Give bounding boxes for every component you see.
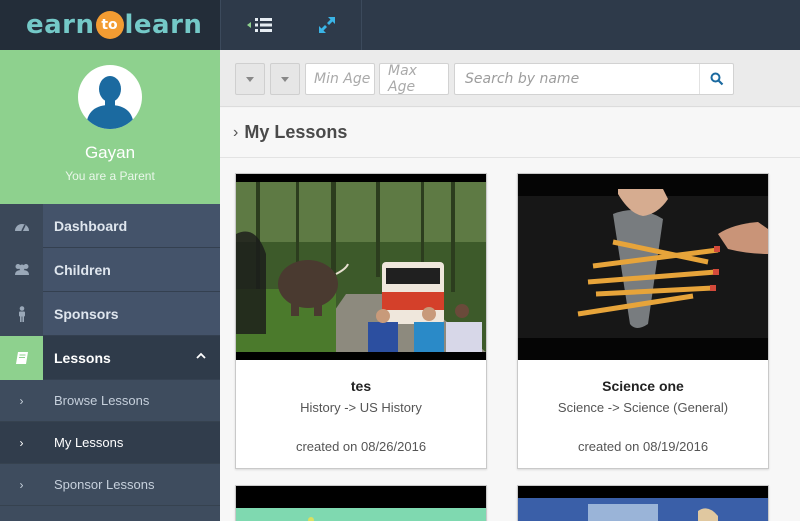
- caret-down-icon: [246, 76, 254, 82]
- sidebar-subitem-my-lessons[interactable]: › My Lessons: [0, 422, 220, 464]
- chevron-right-icon: ›: [233, 123, 239, 141]
- fullscreen-button[interactable]: [292, 0, 362, 50]
- profile-panel: Gayan You are a Parent: [0, 50, 220, 204]
- sidebar-item-dashboard[interactable]: Dashboard: [0, 203, 220, 248]
- lesson-title[interactable]: Science one: [518, 378, 768, 394]
- search-box[interactable]: Search by name: [454, 63, 734, 95]
- lesson-thumbnail[interactable]: [236, 486, 486, 521]
- chevron-right-icon: ›: [19, 435, 24, 450]
- chevron-right-icon: ›: [19, 393, 24, 408]
- sidebar-item-label: Dashboard: [54, 217, 128, 234]
- sidebar: Gayan You are a Parent Dashboard Childre…: [0, 50, 220, 521]
- logo-text-earn: earn: [26, 10, 95, 40]
- sidebar-item-children[interactable]: Children: [0, 247, 220, 292]
- filter-bar: Min Age Max Age Search by name: [220, 50, 800, 107]
- chevron-right-icon: ›: [19, 477, 24, 492]
- subcategory-dropdown[interactable]: [270, 63, 300, 95]
- logo-text-to: to: [95, 11, 124, 39]
- lesson-title[interactable]: tes: [236, 378, 486, 394]
- user-silhouette-icon: [86, 76, 134, 129]
- page-header: › My Lessons: [220, 108, 800, 158]
- chevron-up-icon: [196, 352, 206, 359]
- lesson-category: History -> US History: [300, 400, 422, 415]
- logo-text-learn: learn: [124, 10, 203, 40]
- expand-icon: [319, 17, 335, 33]
- lesson-thumbnail[interactable]: [518, 486, 768, 521]
- min-age-input[interactable]: Min Age: [305, 63, 375, 95]
- sidebar-item-sponsors[interactable]: Sponsors: [0, 291, 220, 336]
- book-icon: [15, 351, 28, 364]
- person-icon: [18, 305, 25, 322]
- lesson-card[interactable]: [235, 485, 487, 521]
- lesson-card[interactable]: tes History -> US History created on 08/…: [235, 173, 487, 469]
- sidebar-item-label: Children: [54, 261, 111, 278]
- search-icon: [710, 72, 723, 86]
- search-input[interactable]: Search by name: [465, 71, 579, 87]
- page-title: My Lessons: [244, 122, 348, 142]
- lesson-card[interactable]: [517, 485, 769, 521]
- logo[interactable]: earn to learn: [0, 0, 220, 50]
- lesson-thumbnail-elephant-bus[interactable]: [236, 174, 486, 360]
- sidebar-subitem-label: Sponsor Lessons: [54, 477, 155, 492]
- max-age-input[interactable]: Max Age: [379, 63, 449, 95]
- sidebar-subitem-browse-lessons[interactable]: › Browse Lessons: [0, 380, 220, 422]
- lesson-thumbnail-pencils-bag[interactable]: [518, 174, 768, 360]
- avatar[interactable]: [78, 65, 142, 129]
- sidebar-subitem-label: Browse Lessons: [54, 393, 150, 408]
- divider: [361, 0, 362, 50]
- lesson-card[interactable]: Science one Science -> Science (General)…: [517, 173, 769, 469]
- main-content: › My Lessons tes History -> US History c…: [220, 108, 800, 521]
- divider: [220, 0, 221, 50]
- search-button[interactable]: [699, 64, 733, 94]
- sidebar-toggle-button[interactable]: [225, 0, 295, 50]
- user-name: Gayan: [84, 143, 136, 162]
- user-role: You are a Parent: [65, 169, 155, 183]
- lesson-created-date: created on 08/19/2016: [577, 439, 709, 454]
- sidebar-item-label: Sponsors: [54, 305, 119, 322]
- menu-collapse-icon: [247, 18, 272, 32]
- lesson-category: Science -> Science (General): [557, 400, 729, 415]
- top-bar: earn to learn: [0, 0, 800, 50]
- sidebar-subitem-partial[interactable]: [0, 506, 220, 521]
- sidebar-subitem-label: My Lessons: [54, 435, 124, 450]
- users-icon: [14, 264, 29, 275]
- sidebar-subitem-sponsor-lessons[interactable]: › Sponsor Lessons: [0, 464, 220, 506]
- category-dropdown[interactable]: [235, 63, 265, 95]
- sidebar-item-label: Lessons: [54, 349, 111, 366]
- caret-down-icon: [281, 76, 289, 82]
- lesson-created-date: created on 08/26/2016: [295, 439, 427, 454]
- sidebar-item-lessons[interactable]: Lessons: [0, 335, 220, 380]
- dashboard-icon: [14, 223, 29, 231]
